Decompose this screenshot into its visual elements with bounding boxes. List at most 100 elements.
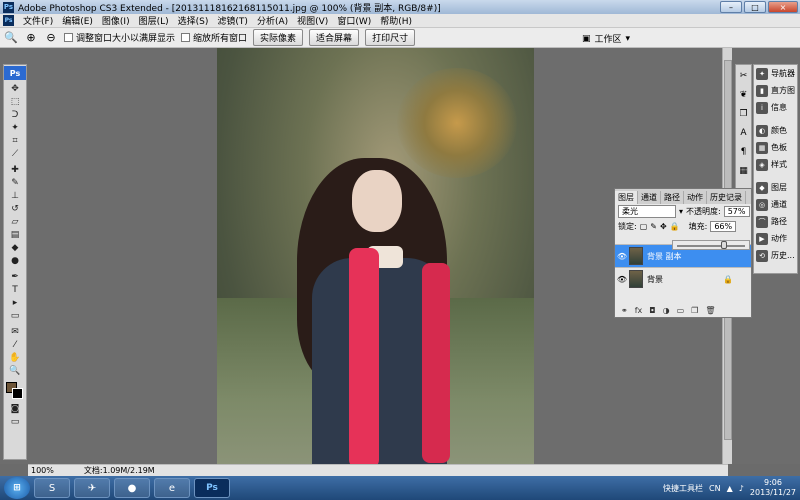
lock-all-icon[interactable]: 🔒 [670,222,680,231]
menu-file[interactable]: 文件(F) [23,14,53,27]
lock-position-icon[interactable]: ✥ [660,222,667,231]
menu-help[interactable]: 帮助(H) [380,14,412,27]
taskbar-bird-icon[interactable]: ✈ [74,478,110,498]
dock-paths[interactable]: ⌒ 路径 [754,213,797,230]
dock-styles[interactable]: ◈ 样式 [754,156,797,173]
magic-wand-tool-icon[interactable]: ✦ [4,121,26,134]
tab-layers[interactable]: 图层 [615,191,638,204]
gradient-tool-icon[interactable]: ▤ [4,228,26,241]
fill-input[interactable]: 66% [710,221,737,232]
network-icon[interactable]: ▲ [727,484,733,493]
minimize-button[interactable]: – [720,1,742,13]
menu-image[interactable]: 图像(I) [102,14,130,27]
workspace-menu[interactable]: ▣ 工作区 ▾ [582,32,630,46]
chevron-down-icon[interactable]: ▾ [679,207,683,216]
dock-layers[interactable]: ◆ 图层 [754,179,797,196]
tab-history[interactable]: 历史记录 [707,191,746,204]
hand-tool-icon[interactable]: ✋ [4,351,26,364]
layer-style-icon[interactable]: fx [635,306,643,315]
stamp-tool-icon[interactable]: ⊥ [4,189,26,202]
menu-edit[interactable]: 编辑(E) [62,14,93,27]
zoom-all-windows-checkbox[interactable]: 缩放所有窗口 [181,31,247,44]
new-group-icon[interactable]: ▭ [677,306,685,315]
screen-mode-icon[interactable]: ▭ [4,415,26,428]
tab-paths[interactable]: 路径 [661,191,684,204]
actual-pixels-button[interactable]: 实际像素 [253,29,304,46]
menu-view[interactable]: 视图(V) [297,14,328,27]
fill-slider-knob[interactable] [720,241,727,249]
character-icon[interactable]: A [736,125,751,141]
new-layer-icon[interactable]: ❐ [691,306,698,315]
menu-filter[interactable]: 滤镜(T) [217,14,248,27]
menu-analysis[interactable]: 分析(A) [257,14,288,27]
maximize-button[interactable]: □ [744,1,766,13]
link-layers-icon[interactable]: ⚭ [621,306,628,315]
blur-tool-icon[interactable]: ◆ [4,241,26,254]
menu-window[interactable]: 窗口(W) [337,14,371,27]
fit-screen-button[interactable]: 适合屏幕 [309,29,360,46]
lasso-tool-icon[interactable]: ᑐ [4,108,26,121]
dock-navigator[interactable]: ✦ 导航器 [754,65,797,82]
pen-tool-icon[interactable]: ✒ [4,270,26,283]
layer-name[interactable]: 背景 [647,274,663,285]
tab-channels[interactable]: 通道 [638,191,661,204]
marquee-tool-icon[interactable]: ⬚ [4,95,26,108]
adjustment-layer-icon[interactable]: ◑ [663,306,670,315]
opacity-input[interactable]: 57% [723,206,750,217]
notes-tool-icon[interactable]: ✉ [4,325,26,338]
eraser-tool-icon[interactable]: ▱ [4,215,26,228]
dodge-tool-icon[interactable]: ● [4,254,26,267]
layer-row[interactable]: 👁 背景 🔒 [615,267,751,290]
clock[interactable]: 9:06 2013/11/27 [750,478,796,498]
healing-brush-tool-icon[interactable]: ✚ [4,163,26,176]
paragraph-icon[interactable]: ¶ [736,144,751,160]
dock-swatches[interactable]: ▦ 色板 [754,139,797,156]
taskbar-photoshop[interactable]: Ps [194,478,230,498]
history-brush-tool-icon[interactable]: ↺ [4,202,26,215]
zoom-out-icon[interactable]: ⊖ [44,31,58,45]
start-button[interactable]: ⊞ [4,477,30,499]
dock-history[interactable]: ⟲ 历史... [754,247,797,264]
zoom-level[interactable]: 100% [31,466,54,475]
checkbox-box[interactable] [181,33,191,42]
slice-tool-icon[interactable]: ⟋ [4,147,26,160]
taskbar-ie-icon[interactable]: e [154,478,190,498]
quick-mask-icon[interactable]: ◙ [4,402,26,415]
crop-tool-icon[interactable]: ⌗ [4,134,26,147]
fill-slider[interactable] [672,240,750,250]
print-size-button[interactable]: 打印尺寸 [365,29,416,46]
brush-panel-icon[interactable]: ❦ [736,87,751,103]
zoom-tool-icon[interactable]: 🔍 [4,31,18,45]
lock-pixels-icon[interactable]: ✎ [650,222,657,231]
delete-layer-icon[interactable]: 🗑 [705,306,715,315]
zoom-tool-icon[interactable]: 🔍 [4,364,26,377]
tools-icon[interactable]: ✂ [736,68,751,84]
dock-color[interactable]: ◐ 颜色 [754,122,797,139]
dock-actions[interactable]: ▶ 动作 [754,230,797,247]
blend-mode-select[interactable]: 柔光 [618,205,676,218]
resize-windows-checkbox[interactable]: 调整窗口大小以满屏显示 [64,31,175,44]
dock-histogram[interactable]: ▮ 直方图 [754,82,797,99]
quick-toolbar-label[interactable]: 快捷工具栏 [663,483,703,494]
taskbar-browser-icon[interactable]: S [34,478,70,498]
dock-channels[interactable]: ◎ 通道 [754,196,797,213]
menu-select[interactable]: 选择(S) [178,14,209,27]
lock-transparency-icon[interactable]: ▢ [640,222,648,231]
layer-comps-icon[interactable]: ▦ [736,163,751,179]
checkbox-box[interactable] [64,33,73,42]
clone-source-icon[interactable]: ❐ [736,106,751,122]
tab-actions[interactable]: 动作 [684,191,707,204]
dock-info[interactable]: i 信息 [754,99,797,116]
ps-menu-icon[interactable]: Ps [3,15,14,26]
eyedropper-tool-icon[interactable]: ⁄ [4,338,26,351]
type-tool-icon[interactable]: T [4,283,26,296]
language-indicator[interactable]: CN [709,484,721,493]
color-swatches[interactable] [4,380,26,402]
path-selection-tool-icon[interactable]: ▸ [4,296,26,309]
menu-layer[interactable]: 图层(L) [139,14,169,27]
volume-icon[interactable]: ♪ [739,484,744,493]
layer-name[interactable]: 背景 副本 [647,251,682,262]
move-tool-icon[interactable]: ✥ [4,82,26,95]
close-button[interactable]: × [768,1,798,13]
background-color[interactable] [12,388,23,399]
